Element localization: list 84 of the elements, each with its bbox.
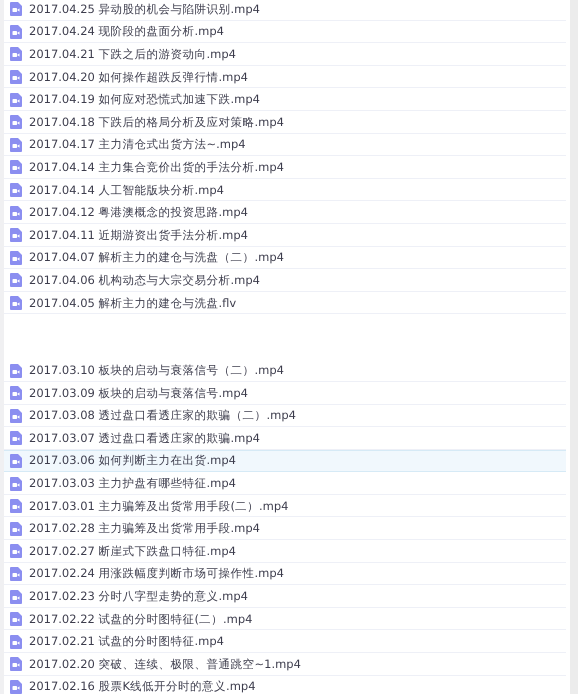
file-name: 2017.04.24 现阶段的盘面分析.mp4 [29,24,224,40]
file-name: 2017.03.06 如何判断主力在出货.mp4 [29,453,236,468]
video-file-icon [10,296,22,310]
video-file-icon [10,70,22,84]
video-file-icon [10,92,22,107]
file-name: 2017.02.20 突破、连续、极限、普通跳空~1.mp4 [29,656,301,672]
video-file-icon [10,476,22,491]
file-row[interactable]: 2017.04.07 解析主力的建仓与洗盘（二）.mp4 [4,246,566,270]
file-name: 2017.04.18 下跌后的格局分析及应对策略.mp4 [29,114,284,130]
file-row[interactable]: 2017.04.24 现阶段的盘面分析.mp4 [4,20,566,44]
file-row[interactable]: 2017.04.14 人工智能版块分析.mp4 [4,178,566,202]
file-row[interactable]: 2017.03.01 主力骗筹及出货常用手段(二）.mp4 [4,494,566,518]
file-name: 2017.02.21 试盘的分时图特征.mp4 [29,634,224,650]
file-row[interactable]: 2017.03.10 板块的启动与衰落信号（二）.mp4 [4,359,566,382]
file-name: 2017.03.07 透过盘口看透庄家的欺骗.mp4 [29,430,260,446]
file-name: 2017.04.21 下跌之后的游资动向.mp4 [29,46,236,62]
video-file-icon [10,47,22,62]
file-row[interactable]: 2017.03.06 如何判断主力在出货.mp4 [4,450,566,472]
video-file-icon [10,273,22,288]
file-row[interactable]: 2017.03.08 透过盘口看透庄家的欺骗（二）.mp4 [4,404,566,428]
file-row[interactable]: 2017.04.25 异动股的机会与陷阱识别.mp4 [4,0,566,21]
video-file-icon [10,634,22,649]
file-name: 2017.04.20 如何操作超跌反弹行情.mp4 [29,70,248,85]
video-file-icon [10,499,22,514]
file-row[interactable]: 2017.04.06 机构动态与大宗交易分析.mp4 [4,269,566,292]
video-file-icon [10,138,22,152]
file-name: 2017.04.07 解析主力的建仓与洗盘（二）.mp4 [29,250,284,266]
video-file-icon [10,590,22,604]
file-name: 2017.02.16 股票K线低开分时的意义.mp4 [29,679,256,694]
file-row[interactable]: 2017.04.17 主力清仓式出货方法~.mp4 [4,134,566,156]
file-name: 2017.04.06 机构动态与大宗交易分析.mp4 [29,272,260,288]
file-name: 2017.04.05 解析主力的建仓与洗盘.flv [29,296,236,311]
video-file-icon [10,386,22,400]
file-name: 2017.02.27 断崖式下跌盘口特征.mp4 [29,544,236,559]
file-name: 2017.04.11 近期游资出货手法分析.mp4 [29,228,248,243]
file-row[interactable]: 2017.02.28 主力骗筹及出货常用手段.mp4 [4,517,566,540]
file-row[interactable]: 2017.04.21 下跌之后的游资动向.mp4 [4,43,566,66]
file-name: 2017.03.09 板块的启动与衰落信号.mp4 [29,386,248,401]
file-name: 2017.04.17 主力清仓式出货方法~.mp4 [29,137,246,152]
video-file-icon [10,183,22,198]
file-name: 2017.04.19 如何应对恐慌式加速下跌.mp4 [29,92,260,108]
video-file-icon [10,250,22,265]
video-file-icon [10,408,22,423]
file-row[interactable]: 2017.02.20 突破、连续、极限、普通跳空~1.mp4 [4,653,566,676]
file-row[interactable]: 2017.04.19 如何应对恐慌式加速下跌.mp4 [4,88,566,111]
file-row[interactable]: 2017.04.14 主力集合竞价出货的手法分析.mp4 [4,156,566,179]
video-file-icon [10,544,22,558]
file-name: 2017.04.12 粤港澳概念的投资思路.mp4 [29,205,248,220]
file-row[interactable]: 2017.04.20 如何操作超跌反弹行情.mp4 [4,66,566,88]
video-file-icon [10,160,22,174]
file-name: 2017.04.14 主力集合竞价出货的手法分析.mp4 [29,160,284,175]
video-file-icon [10,454,22,468]
file-name: 2017.04.14 人工智能版块分析.mp4 [29,182,224,198]
file-name: 2017.03.01 主力骗筹及出货常用手段(二）.mp4 [29,498,288,514]
video-file-icon [10,431,22,446]
file-row[interactable]: 2017.02.21 试盘的分时图特征.mp4 [4,630,566,654]
file-row[interactable]: 2017.03.09 板块的启动与衰落信号.mp4 [4,382,566,404]
video-file-icon [10,522,22,536]
file-name: 2017.02.22 试盘的分时图特征(二）.mp4 [29,612,252,627]
file-name: 2017.04.25 异动股的机会与陷阱识别.mp4 [29,2,260,17]
file-row[interactable]: 2017.04.12 粤港澳概念的投资思路.mp4 [4,201,566,224]
video-file-icon [10,115,22,130]
file-row[interactable]: 2017.02.22 试盘的分时图特征(二）.mp4 [4,608,566,630]
video-file-icon [10,206,22,220]
video-file-icon [10,657,22,672]
file-row[interactable]: 2017.04.05 解析主力的建仓与洗盘.flv [4,292,566,314]
file-row[interactable]: 2017.03.03 主力护盘有哪些特征.mp4 [4,472,566,495]
file-row[interactable]: 2017.02.16 股票K线低开分时的意义.mp4 [4,676,566,694]
file-row[interactable]: 2017.02.27 断崖式下跌盘口特征.mp4 [4,540,566,563]
video-file-icon [10,24,22,39]
video-file-icon [10,364,22,378]
file-name: 2017.03.03 主力护盘有哪些特征.mp4 [29,476,236,492]
file-row[interactable]: 2017.04.11 近期游资出货手法分析.mp4 [4,224,566,247]
video-file-icon [10,566,22,581]
video-file-icon [10,228,22,242]
file-row[interactable]: 2017.04.18 下跌后的格局分析及应对策略.mp4 [4,110,566,134]
video-file-icon [10,612,22,626]
file-row[interactable]: 2017.02.24 用涨跌幅度判断市场可操作性.mp4 [4,562,566,586]
file-row[interactable]: 2017.02.23 分时八字型走势的意义.mp4 [4,585,566,608]
file-name: 2017.02.28 主力骗筹及出货常用手段.mp4 [29,521,260,536]
file-name: 2017.03.10 板块的启动与衰落信号（二）.mp4 [29,363,284,378]
file-name: 2017.02.23 分时八字型走势的意义.mp4 [29,589,248,604]
file-name: 2017.03.08 透过盘口看透庄家的欺骗（二）.mp4 [29,408,296,424]
file-name: 2017.02.24 用涨跌幅度判断市场可操作性.mp4 [29,566,284,582]
